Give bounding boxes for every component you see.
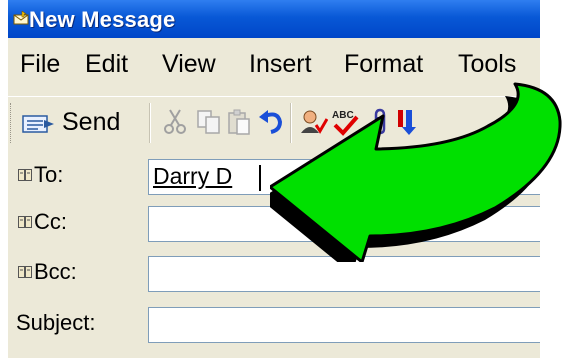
address-book-icon	[18, 266, 32, 278]
send-icon	[22, 115, 54, 133]
curved-arrow-icon	[270, 82, 562, 262]
message-icon	[13, 11, 29, 25]
toolbar-separator	[149, 103, 151, 143]
address-book-icon	[18, 216, 32, 228]
menu-edit[interactable]: Edit	[85, 50, 128, 79]
menu-file[interactable]: File	[20, 50, 60, 79]
menu-insert[interactable]: Insert	[249, 50, 312, 79]
send-label: Send	[62, 108, 121, 136]
to-label[interactable]: To:	[18, 162, 63, 188]
subject-field[interactable]	[148, 307, 540, 343]
copy-icon[interactable]	[194, 107, 224, 137]
bcc-label-text: Bcc:	[34, 259, 77, 284]
toolbar-grip[interactable]	[10, 103, 14, 143]
subject-label: Subject:	[16, 310, 96, 335]
to-value: Darry D	[153, 163, 233, 189]
cc-label-text: Cc:	[34, 209, 67, 234]
paste-icon[interactable]	[224, 107, 254, 137]
address-book-icon	[18, 169, 32, 181]
title-bar: New Message	[8, 0, 540, 38]
cut-icon[interactable]	[160, 107, 190, 137]
window-title: New Message	[29, 7, 176, 32]
menu-tools[interactable]: Tools	[458, 50, 516, 79]
text-caret	[259, 165, 261, 191]
cc-label[interactable]: Cc:	[18, 209, 67, 235]
subject-row: Subject:	[8, 304, 540, 344]
menu-view[interactable]: View	[162, 50, 216, 79]
bcc-label[interactable]: Bcc:	[18, 259, 77, 285]
menu-format[interactable]: Format	[344, 50, 423, 79]
send-button[interactable]: Send	[16, 104, 142, 142]
to-label-text: To:	[34, 162, 64, 187]
